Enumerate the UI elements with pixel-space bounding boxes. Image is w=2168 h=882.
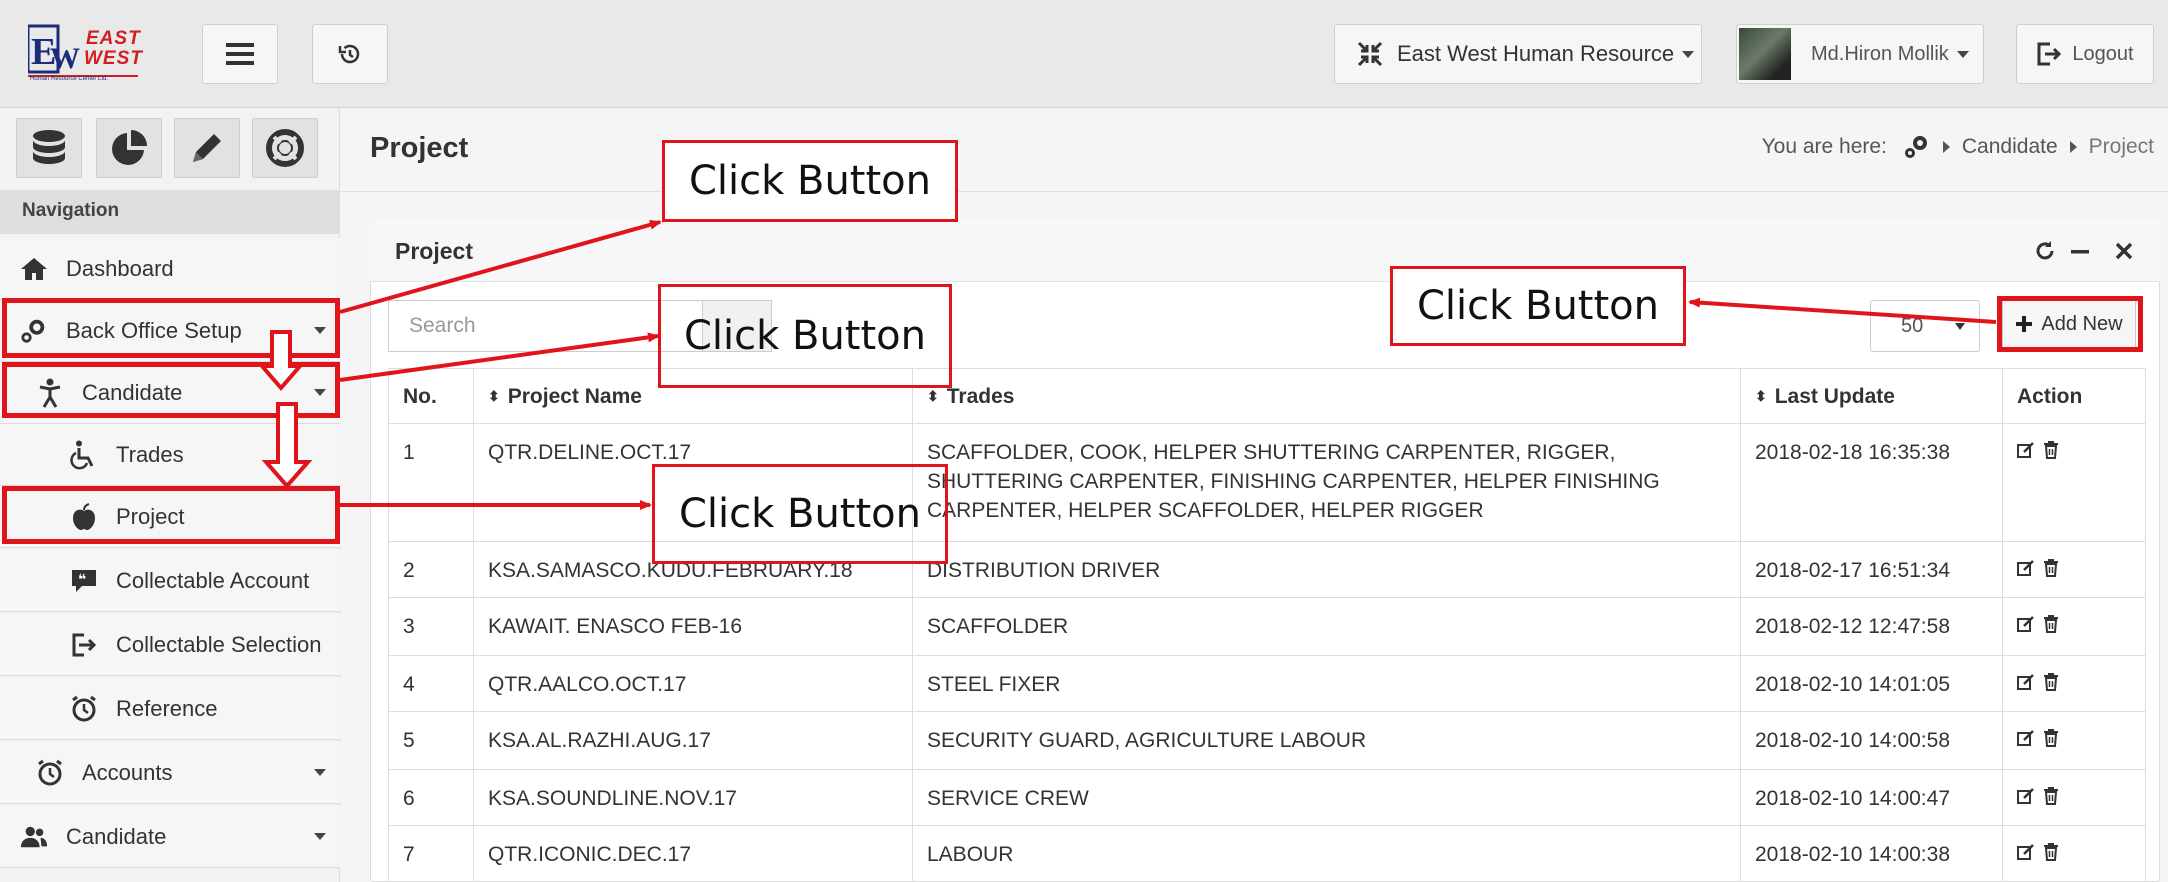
- callout-click-button-3: Click Button: [652, 464, 948, 564]
- annotation-arrows: [257, 219, 1997, 510]
- callout-click-button-1: Click Button: [662, 140, 958, 222]
- app-root: E W EAST WEST Human Resource Center Ltd.…: [0, 0, 2168, 882]
- callout-click-button-4: Click Button: [1390, 266, 1686, 346]
- callout-click-button-2: Click Button: [658, 284, 952, 388]
